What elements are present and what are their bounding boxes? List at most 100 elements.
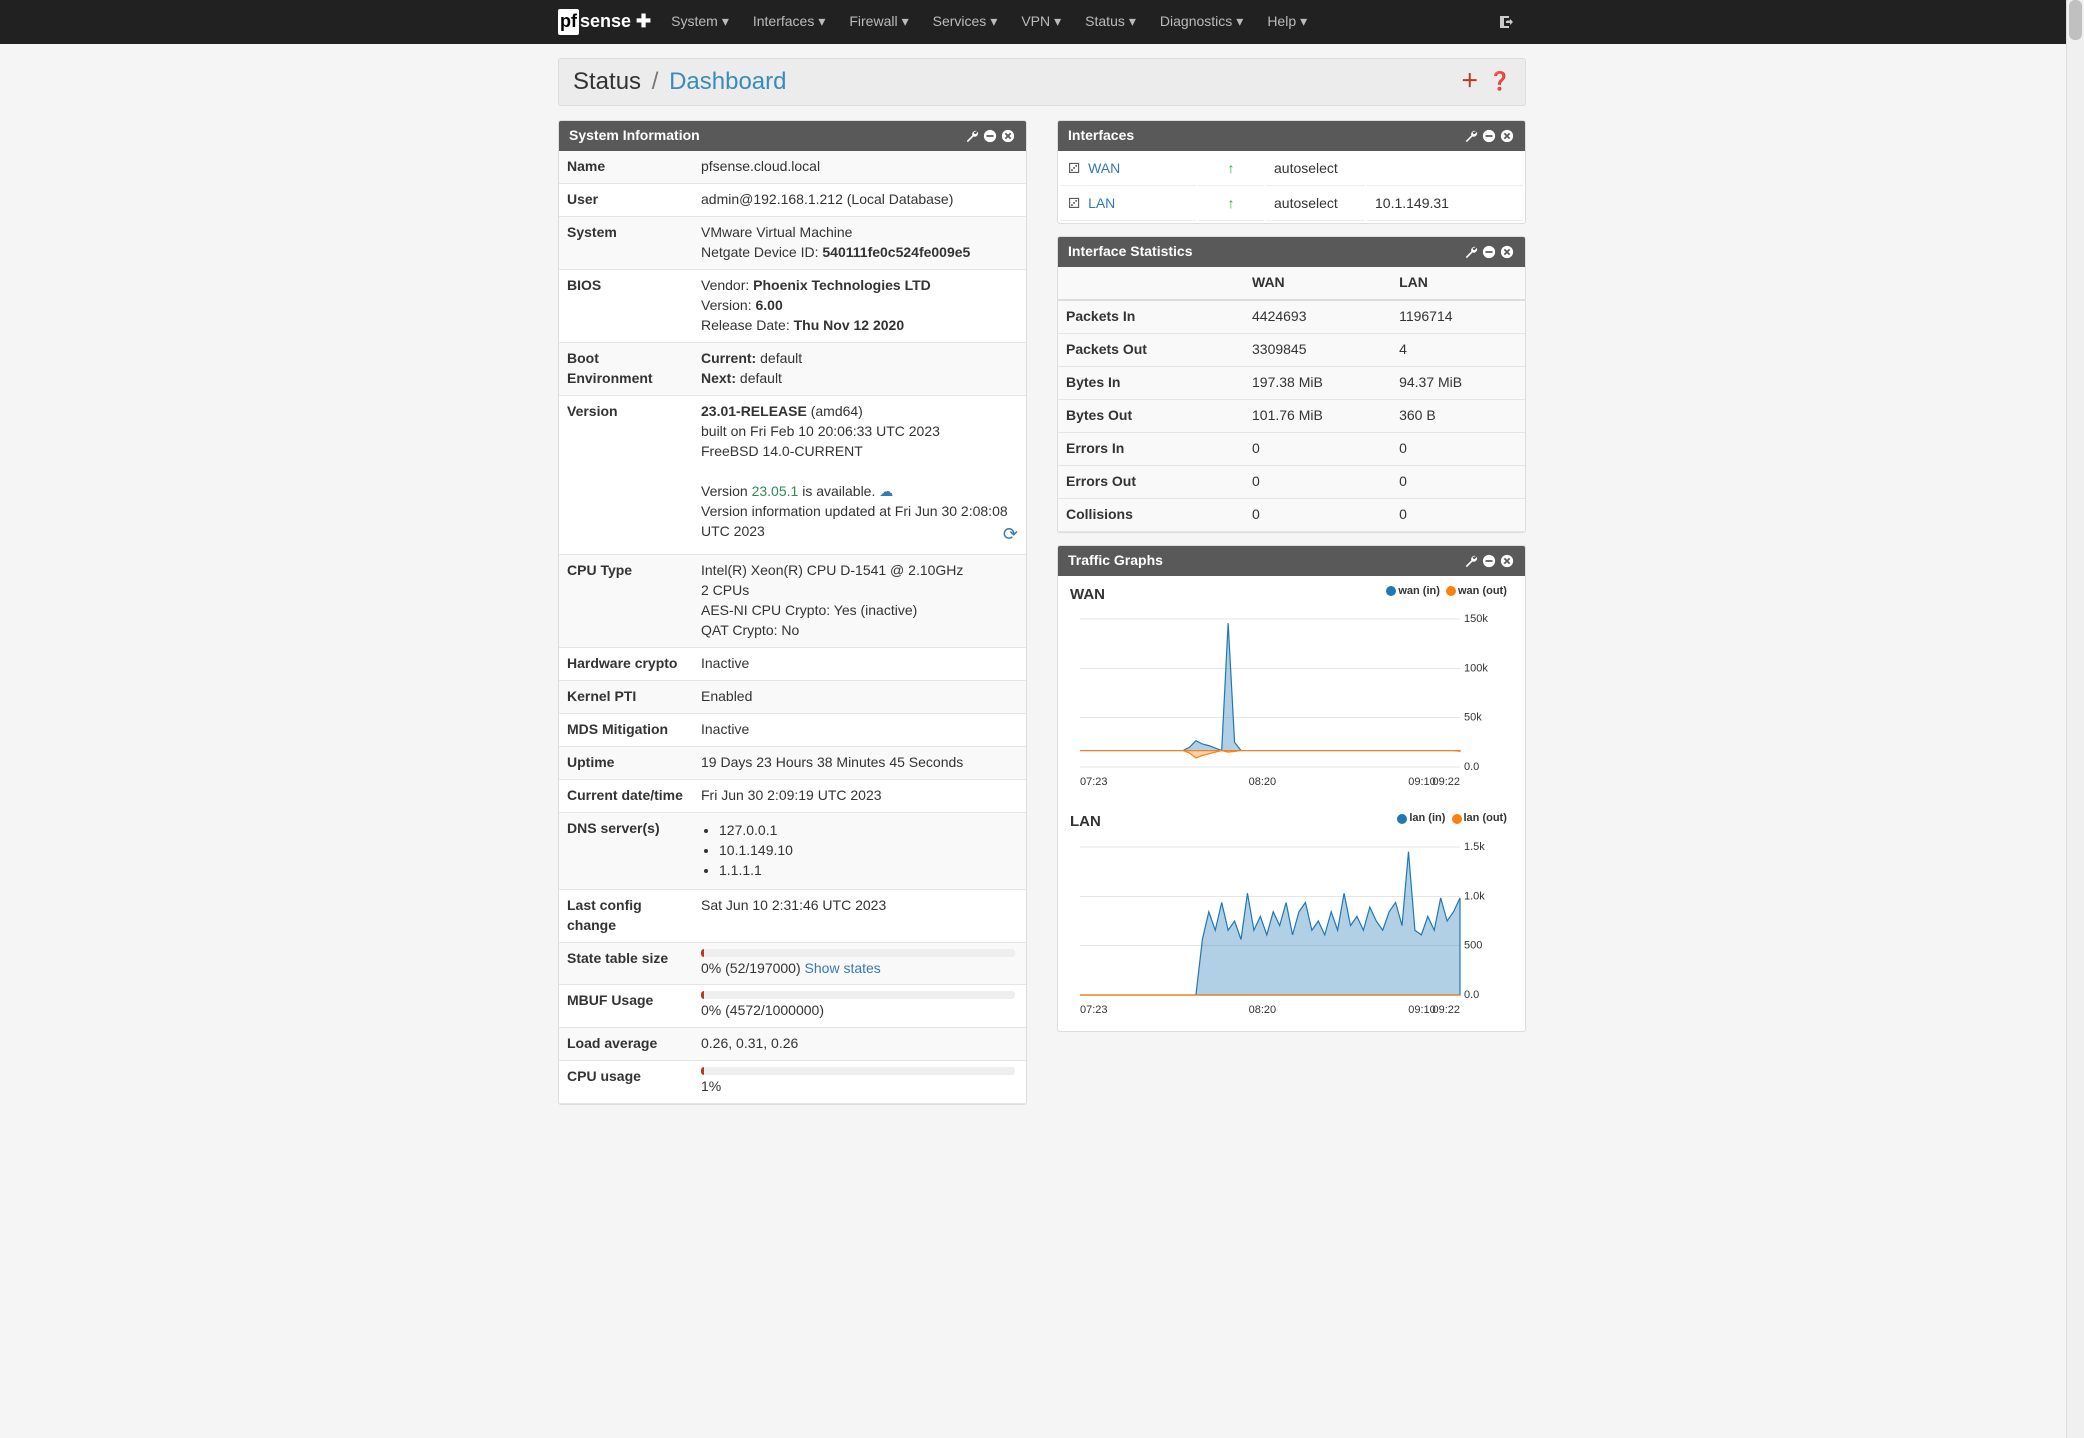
- row-value: Intel(R) Xeon(R) CPU D-1541 @ 2.10GHz2 C…: [693, 554, 1026, 647]
- interface-stats-table: WANLANPackets In44246931196714Packets Ou…: [1058, 267, 1525, 532]
- row-label: Name: [559, 151, 693, 183]
- logo[interactable]: pfsense ✚: [558, 9, 651, 35]
- row-value: 0% (4572/1000000): [693, 985, 1026, 1028]
- chart-title: LANlan (in) lan (out): [1070, 811, 1513, 832]
- svg-text:0.0: 0.0: [1464, 761, 1479, 773]
- interface-statistics-panel: Interface Statistics WANLANPackets In442…: [1057, 236, 1526, 533]
- close-icon[interactable]: [1499, 553, 1515, 569]
- row-value: Inactive: [693, 713, 1026, 746]
- row-label: Kernel PTI: [559, 680, 693, 713]
- breadcrumb-section: Status: [573, 68, 641, 95]
- nav-firewall[interactable]: Firewall ▾: [837, 0, 920, 44]
- breadcrumb-page[interactable]: Dashboard: [669, 68, 786, 95]
- row-value: 0.26, 0.31, 0.26: [693, 1028, 1026, 1061]
- row-value: Inactive: [693, 647, 1026, 680]
- cloud-download-icon[interactable]: ☁: [879, 483, 893, 499]
- stat-wan: 0: [1244, 499, 1391, 532]
- wrench-icon[interactable]: [1463, 244, 1479, 260]
- wrench-icon[interactable]: [964, 128, 980, 144]
- nav-interfaces[interactable]: Interfaces ▾: [741, 0, 838, 44]
- nav-diagnostics[interactable]: Diagnostics ▾: [1148, 0, 1255, 44]
- logout-icon[interactable]: [1486, 0, 1526, 44]
- panel-title: Interface Statistics: [1068, 242, 1193, 262]
- stat-lan: 0: [1391, 433, 1525, 466]
- svg-text:08:20: 08:20: [1249, 776, 1277, 788]
- row-label: Load average: [559, 1028, 693, 1061]
- svg-text:1.0k: 1.0k: [1464, 890, 1485, 902]
- arrow-up-icon: ↑: [1228, 160, 1235, 176]
- stat-label: Errors Out: [1058, 466, 1244, 499]
- interface-row: ⚂ LAN↑autoselect10.1.149.31: [1060, 188, 1523, 221]
- stat-wan: 0: [1244, 466, 1391, 499]
- svg-text:0.0: 0.0: [1464, 989, 1479, 1001]
- close-icon[interactable]: [1499, 128, 1515, 144]
- minimize-icon[interactable]: [982, 128, 998, 144]
- add-widget-icon[interactable]: ＋: [1461, 71, 1479, 91]
- stat-label: Errors In: [1058, 433, 1244, 466]
- breadcrumb: Status / Dashboard ＋ ❓: [558, 58, 1526, 106]
- row-value: Current: defaultNext: default: [693, 343, 1026, 396]
- stat-lan: 1196714: [1391, 300, 1525, 333]
- help-icon[interactable]: ❓: [1489, 71, 1511, 91]
- row-label: Last config change: [559, 889, 693, 942]
- minimize-icon[interactable]: [1481, 128, 1497, 144]
- row-value: Fri Jun 30 2:09:19 UTC 2023: [693, 779, 1026, 812]
- row-label: DNS server(s): [559, 812, 693, 889]
- svg-text:07:23: 07:23: [1080, 776, 1108, 788]
- svg-text:07:23: 07:23: [1080, 1004, 1108, 1016]
- row-label: CPU usage: [559, 1061, 693, 1104]
- panel-title: System Information: [569, 126, 700, 146]
- nav-services[interactable]: Services ▾: [921, 0, 1010, 44]
- stat-wan: 4424693: [1244, 300, 1391, 333]
- stat-wan: 0: [1244, 433, 1391, 466]
- svg-text:09:22: 09:22: [1432, 1004, 1460, 1016]
- row-label: MBUF Usage: [559, 985, 693, 1028]
- network-icon: ⚂: [1068, 195, 1080, 211]
- row-value: 1%: [693, 1061, 1026, 1104]
- nav-status[interactable]: Status ▾: [1073, 0, 1148, 44]
- row-label: State table size: [559, 942, 693, 985]
- row-label: Current date/time: [559, 779, 693, 812]
- nav-help[interactable]: Help ▾: [1255, 0, 1319, 44]
- wrench-icon[interactable]: [1463, 553, 1479, 569]
- row-value: Sat Jun 10 2:31:46 UTC 2023: [693, 889, 1026, 942]
- stat-label: Packets Out: [1058, 334, 1244, 367]
- svg-text:50k: 50k: [1464, 712, 1482, 724]
- svg-text:08:20: 08:20: [1249, 1004, 1277, 1016]
- system-info-table: Namepfsense.cloud.localUseradmin@192.168…: [559, 151, 1026, 1104]
- refresh-icon[interactable]: ⟳: [1003, 522, 1018, 548]
- svg-text:150k: 150k: [1464, 613, 1488, 625]
- nav-system[interactable]: System ▾: [659, 0, 741, 44]
- stat-lan: 360 B: [1391, 400, 1525, 433]
- svg-text:1.5k: 1.5k: [1464, 841, 1485, 853]
- wrench-icon[interactable]: [1463, 128, 1479, 144]
- show-states-link[interactable]: Show states: [805, 960, 881, 976]
- arrow-up-icon: ↑: [1228, 195, 1235, 211]
- close-icon[interactable]: [1000, 128, 1016, 144]
- row-label: Hardware crypto: [559, 647, 693, 680]
- row-value: 0% (52/197000) Show states: [693, 942, 1026, 985]
- traffic-graphs-panel: Traffic Graphs WANwan (in) wan (out) 0.0…: [1057, 545, 1526, 1032]
- top-navbar: pfsense ✚ System ▾Interfaces ▾Firewall ▾…: [0, 0, 2084, 44]
- nav-vpn[interactable]: VPN ▾: [1009, 0, 1073, 44]
- close-icon[interactable]: [1499, 244, 1515, 260]
- row-label: System: [559, 217, 693, 270]
- panel-title: Traffic Graphs: [1068, 551, 1163, 571]
- svg-text:09:22: 09:22: [1432, 776, 1460, 788]
- traffic-chart-lan: 0.05001.0k1.5k07:2308:2009:1009:22: [1070, 837, 1500, 1017]
- stat-wan: 3309845: [1244, 334, 1391, 367]
- panel-title: Interfaces: [1068, 126, 1134, 146]
- row-label: BIOS: [559, 270, 693, 343]
- minimize-icon[interactable]: [1481, 244, 1497, 260]
- row-value: pfsense.cloud.local: [693, 151, 1026, 183]
- system-information-panel: System Information Namepfsense.cloud.loc…: [558, 120, 1027, 1105]
- minimize-icon[interactable]: [1481, 553, 1497, 569]
- row-value: 23.01-RELEASE (amd64)built on Fri Feb 10…: [693, 396, 1026, 555]
- row-label: Uptime: [559, 746, 693, 779]
- row-label: User: [559, 184, 693, 217]
- browser-scrollbar[interactable]: [2066, 0, 2084, 1438]
- interface-link[interactable]: LAN: [1088, 195, 1115, 211]
- stat-lan: 94.37 MiB: [1391, 367, 1525, 400]
- interface-link[interactable]: WAN: [1088, 160, 1120, 176]
- stat-label: Bytes In: [1058, 367, 1244, 400]
